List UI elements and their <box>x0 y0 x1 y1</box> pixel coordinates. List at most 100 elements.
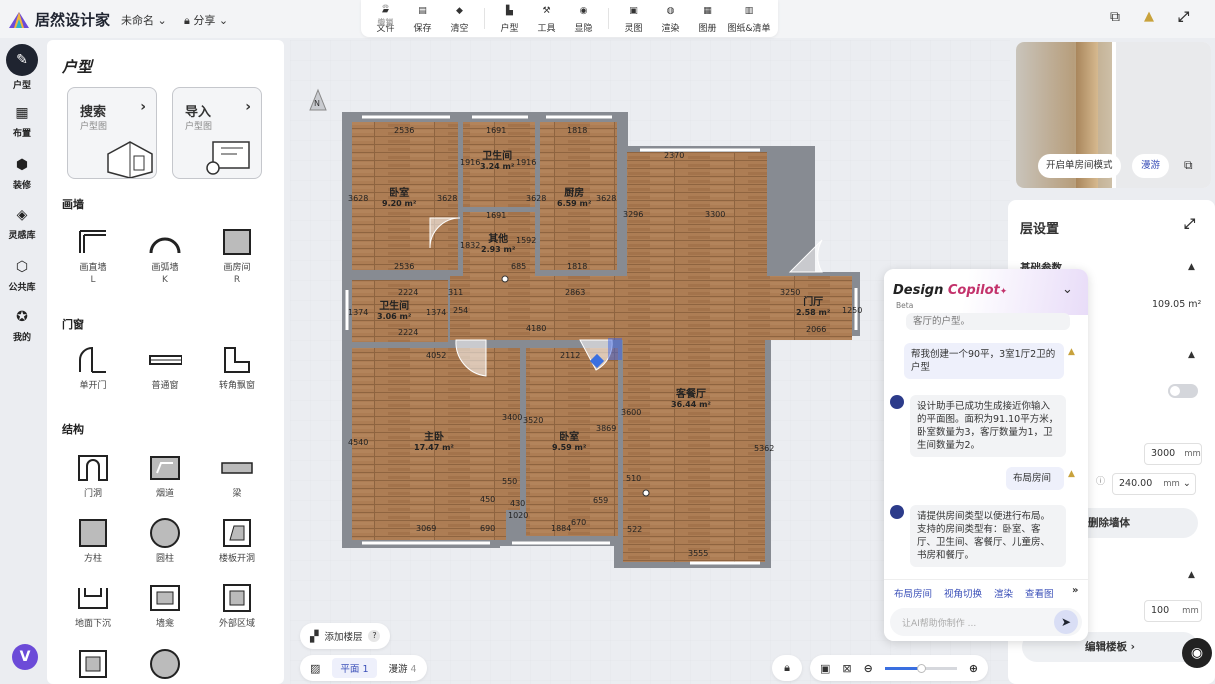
floorplan-panel: 户型 搜索 户型图 › 导入 户型图 › 画墙 门窗 结构 画直墙 L 画弧墙 K 画房… <box>47 40 284 684</box>
search-floorplan-card[interactable]: 搜索 户型图 › <box>67 87 157 179</box>
lock-button[interactable]: 🔒︎ <box>772 655 802 681</box>
layers-icon[interactable]: ▨ <box>310 662 320 675</box>
vip-icon[interactable]: V <box>12 644 38 670</box>
single-room-mode-button[interactable]: 开启单房间模式 <box>1038 154 1121 178</box>
collapse-icon[interactable]: ▲ <box>1188 262 1195 272</box>
more-actions-icon[interactable]: » <box>1072 585 1078 596</box>
struct-tool-3[interactable]: 方柱 <box>63 519 123 564</box>
collapse-icon[interactable]: ▲ <box>1188 570 1195 580</box>
toolbar-tools-button[interactable]: ⚒ 工具 <box>528 0 565 37</box>
room-bedroom-2[interactable]: 卧室 9.59 m² <box>552 432 586 452</box>
toolbar-save-button[interactable]: ▤ 保存 <box>404 0 441 37</box>
toolbar-drawings-button[interactable]: ▥ 图纸&清单 <box>726 0 772 37</box>
wall-tool-2[interactable]: 画房间 R <box>207 228 267 285</box>
struct-tool-more-1[interactable] <box>135 649 195 682</box>
slab-thickness-input[interactable]: 100 mm <box>1144 600 1202 622</box>
expand-icon[interactable]: ⤢ <box>1184 216 1195 232</box>
rail-item-1[interactable]: ▦ 布置 <box>4 102 40 139</box>
copilot-title-a: Design <box>893 283 948 298</box>
quick-action-layout[interactable]: 布局房间 <box>894 586 932 600</box>
dimension-label: 1916 <box>460 158 481 167</box>
toolbar-album-button[interactable]: ▦ 图册 <box>689 0 726 37</box>
struct-tool-7[interactable]: 墙龛 <box>135 584 195 629</box>
layout-icon: ▦ <box>15 105 29 121</box>
room-bathroom-2[interactable]: 卫生间 3.06 m² <box>377 301 411 321</box>
room-foyer[interactable]: 门厅 2.58 m² <box>796 297 830 317</box>
toolbar-redo-button[interactable]: ↷ 恢复 <box>367 0 404 28</box>
notification-icon[interactable]: ▲ <box>1144 9 1154 25</box>
height-input[interactable]: 3000 mm <box>1144 443 1202 465</box>
collapse-copilot-icon[interactable]: ⌄ <box>1062 282 1073 297</box>
toolbar-label: 清空 <box>450 23 469 34</box>
quick-action-view[interactable]: 视角切换 <box>944 586 982 600</box>
fit-view-icon[interactable]: ⊠ <box>842 662 851 675</box>
struct-tool-2[interactable]: 梁 <box>207 454 267 499</box>
struct-tool-6[interactable]: 地面下沉 <box>63 584 123 629</box>
arc-icon <box>148 228 182 256</box>
tab-plan[interactable]: 平面 1 <box>332 658 377 678</box>
app-logo[interactable]: 居然设计家 <box>8 9 110 30</box>
struct-tool-8[interactable]: 外部区域 <box>207 584 267 629</box>
zoom-out-icon[interactable]: ⊖ <box>864 662 873 675</box>
wall-tool-1[interactable]: 画弧墙 K <box>135 228 195 285</box>
copilot-input[interactable]: 让AI帮助你制作 ... ➤ <box>890 608 1082 636</box>
rail-item-4[interactable]: ⬡ 公共库 <box>4 256 40 293</box>
toolbar-label: 显隐 <box>574 23 593 34</box>
help-icon[interactable]: ? <box>368 630 381 642</box>
circle-target-icon <box>148 649 182 679</box>
room-living-dining[interactable]: 客餐厅 36.44 m² <box>671 389 711 409</box>
wall-tool-0[interactable]: 画直墙 L <box>63 228 123 285</box>
rail-item-5[interactable]: ✪ 我的 <box>4 306 40 343</box>
room-kitchen[interactable]: 厨房 6.59 m² <box>557 188 591 208</box>
search-view-icon[interactable]: ⧉ <box>1110 9 1120 25</box>
zoom-slider[interactable] <box>884 663 957 673</box>
room-other[interactable]: 其他 2.93 m² <box>481 234 515 254</box>
toolbar-floorplan-button[interactable]: ▙ 户型 <box>491 0 528 37</box>
rail-item-2[interactable]: ⬢ 装修 <box>4 154 40 191</box>
door-tool-2[interactable]: 转角飘窗 <box>207 346 267 391</box>
struct-tool-0[interactable]: 门洞 <box>63 454 123 499</box>
toolbar-eraser-button[interactable]: ◆ 清空 <box>441 0 478 37</box>
room-bathroom-1[interactable]: 卫生间 3.24 m² <box>480 151 514 171</box>
share-label: 分享 <box>193 14 216 27</box>
tool-label: 门洞 <box>83 489 102 499</box>
door-tool-0[interactable]: 单开门 <box>63 346 123 391</box>
room-master-bedroom[interactable]: 主卧 17.47 m² <box>414 432 454 452</box>
toolbar-ai-image-button[interactable]: ▣ 灵图 <box>615 0 652 37</box>
struct-tool-1[interactable]: 烟道 <box>135 454 195 499</box>
zoom-in-icon[interactable]: ⊕ <box>969 662 978 675</box>
redo-icon: ↷ <box>382 2 389 12</box>
quick-action-render[interactable]: 渲染 <box>994 586 1013 600</box>
add-floor-button[interactable]: ▞ 添加楼层 ? <box>300 623 391 649</box>
support-icon[interactable]: ◉ <box>1182 638 1212 668</box>
room-bedroom-1[interactable]: 卧室 9.20 m² <box>382 188 416 208</box>
toolbar-eye-button[interactable]: ◉ 显隐 <box>565 0 602 37</box>
door-tool-1[interactable]: 普通窗 <box>135 346 195 391</box>
struct-tool-4[interactable]: 圆柱 <box>135 518 195 564</box>
send-icon[interactable]: ➤ <box>1054 610 1078 634</box>
collapse-icon[interactable]: ▲ <box>1188 350 1195 360</box>
app-name: 居然设计家 <box>35 11 111 29</box>
import-floorplan-card[interactable]: 导入 户型图 › <box>172 87 262 179</box>
struct-tool-more-0[interactable] <box>63 650 123 682</box>
rail-item-3[interactable]: ◈ 灵感库 <box>4 204 40 241</box>
quick-action-view-image[interactable]: 查看图 <box>1025 586 1054 600</box>
wall-thickness-select[interactable]: 240.00 mm ⌄ <box>1112 473 1196 495</box>
fullscreen-icon[interactable]: ⤢ <box>1178 9 1189 25</box>
expand-preview-icon[interactable]: ⧉ <box>1184 158 1193 173</box>
doc-name-menu[interactable]: 未命名 ⌄ <box>121 12 167 28</box>
tab-tour[interactable]: 漫游 4 <box>389 661 417 675</box>
sink-icon <box>76 584 110 612</box>
chat-message-bot: 客厅的户型。 <box>906 313 1070 330</box>
info-icon[interactable]: ⓘ <box>1096 474 1105 487</box>
rail-label: 装修 <box>12 181 31 191</box>
rail-item-0[interactable]: ✎ 户型 <box>4 44 40 91</box>
share-menu[interactable]: 🔒︎ 分享 ⌄ <box>184 12 228 28</box>
struct-tool-5[interactable]: 楼板开洞 <box>207 519 267 564</box>
toggle-switch[interactable] <box>1168 384 1198 398</box>
room-area: 36.44 m² <box>671 399 711 409</box>
snapshot-icon[interactable]: ▣ <box>820 662 830 675</box>
3d-preview[interactable]: 开启单房间模式 漫游 ⧉ <box>1016 42 1211 188</box>
tour-button[interactable]: 漫游 <box>1132 154 1170 178</box>
toolbar-camera-button[interactable]: ◍ 渲染 <box>652 0 689 37</box>
